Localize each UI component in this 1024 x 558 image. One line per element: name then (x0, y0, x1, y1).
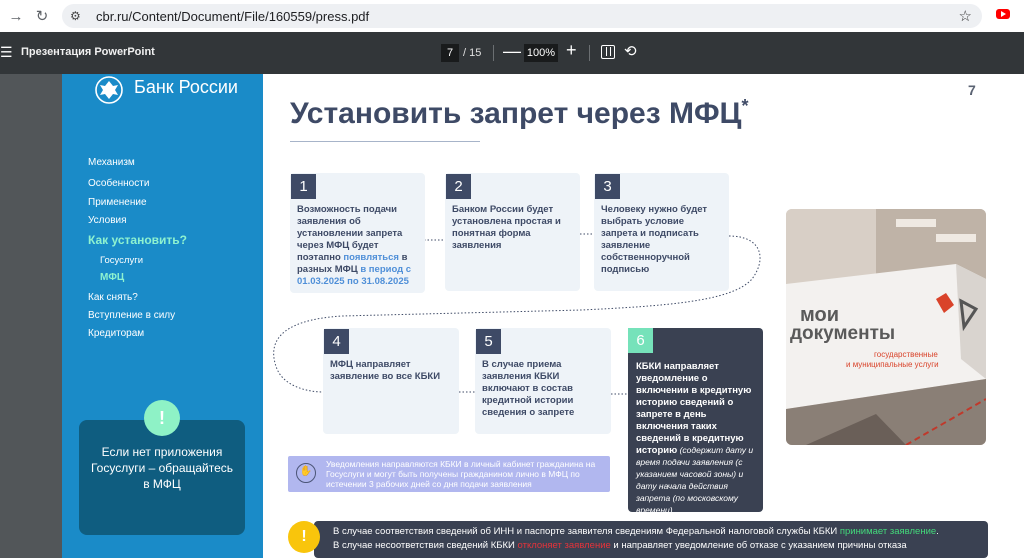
toolbar-divider (493, 45, 494, 61)
browser-toolbar: → ↻ ⚙ cbr.ru/Content/Document/File/16055… (0, 0, 1024, 32)
forward-arrow-icon[interactable]: → (4, 4, 28, 28)
fit-to-page-icon[interactable] (601, 45, 615, 59)
step-card-6: 6 КБКИ направляет уведомление о включени… (628, 328, 763, 515)
document-title: Презентация PowerPoint (21, 46, 155, 58)
url-text[interactable]: cbr.ru/Content/Document/File/160559/pres… (96, 9, 369, 24)
step-number-1: 1 (291, 174, 316, 199)
pdf-toolbar: ☰ Презентация PowerPoint 7 / 15 — 100% +… (0, 32, 1024, 74)
step-number-2: 2 (446, 174, 471, 199)
bottom-info-line-2: В случае несоответствия сведений КБКИ от… (333, 540, 907, 551)
zoom-in-button[interactable]: + (566, 40, 577, 61)
youtube-extension-icon[interactable] (996, 9, 1010, 19)
hands-icon: ✋ (296, 463, 316, 483)
reload-icon[interactable]: ↻ (30, 4, 54, 28)
page-number-input[interactable]: 7 (441, 44, 459, 62)
rotate-icon[interactable]: ⟲ (624, 42, 637, 60)
step-card-3: 3 Человеку нужно будет выбрать условие з… (594, 173, 729, 291)
warning-icon: ! (288, 521, 320, 553)
step-number-3: 3 (595, 174, 620, 199)
svg-text:государственные: государственные (874, 350, 938, 359)
bookmark-star-icon[interactable]: ☆ (959, 7, 972, 25)
mfc-office-photo: мои документы государственные и муниципа… (786, 209, 986, 445)
pdf-page: Банк России Механизм Особенности Примене… (62, 74, 1024, 558)
step-text-4: МФЦ направляет заявление во все КБКИ (330, 359, 441, 382)
bottom-info-text: В случае соответствия сведений об ИНН и … (333, 525, 983, 553)
step-number-5: 5 (476, 329, 501, 354)
step-number-4: 4 (324, 329, 349, 354)
bottom-info-line-1: В случае соответствия сведений об ИНН и … (333, 526, 939, 537)
step-number-6: 6 (628, 328, 653, 353)
toolbar-divider (589, 45, 590, 61)
site-settings-icon[interactable]: ⚙ (70, 9, 90, 23)
step-text-1: Возможность подачи заявления об установл… (297, 204, 412, 287)
notification-note: ✋ Уведомления направляются КБКИ в личный… (288, 456, 610, 492)
svg-text:документы: документы (790, 323, 895, 344)
notification-note-text: Уведомления направляются КБКИ в личный к… (326, 459, 596, 489)
step-text-5: В случае приема заявления КБКИ включают … (482, 359, 575, 418)
svg-text:и муниципальные услуги: и муниципальные услуги (846, 360, 939, 369)
step-text-3: Человеку нужно будет выбрать условие зап… (601, 204, 708, 275)
mfc-sign-illustration: мои документы государственные и муниципа… (786, 209, 986, 445)
zoom-out-button[interactable]: — (503, 41, 521, 62)
step-card-1: 1 Возможность подачи заявления об устано… (290, 173, 425, 293)
step-text-6: КБКИ направляет уведомление о включении … (636, 361, 754, 515)
page-total: / 15 (463, 47, 482, 59)
step-card-2: 2 Банком России будет установлена проста… (445, 173, 580, 291)
step-card-4: 4 МФЦ направляет заявление во все КБКИ (323, 328, 459, 434)
step-card-5: 5 В случае приема заявления КБКИ включаю… (475, 328, 611, 434)
menu-icon[interactable]: ☰ (0, 44, 13, 61)
step-text-2: Банком России будет установлена простая … (452, 204, 561, 251)
zoom-level-input[interactable]: 100% (524, 44, 558, 62)
address-bar[interactable]: ⚙ cbr.ru/Content/Document/File/160559/pr… (62, 4, 982, 28)
bottom-info-banner: В случае соответствия сведений об ИНН и … (314, 521, 988, 558)
